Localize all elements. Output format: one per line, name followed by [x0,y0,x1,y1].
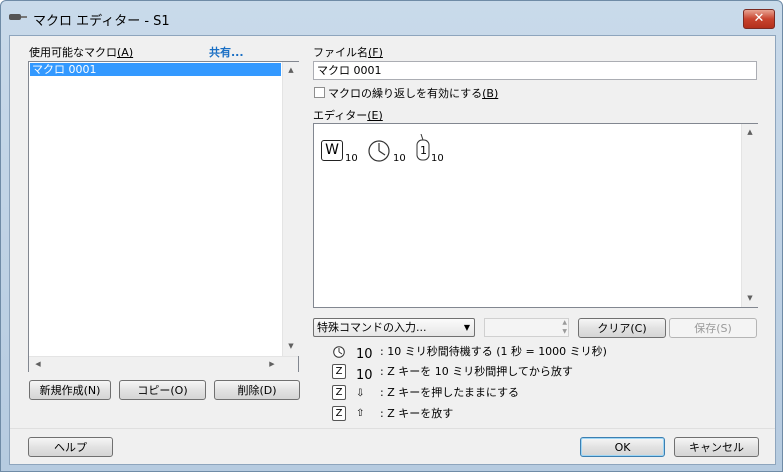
legend-count: 10 [356,347,373,362]
list-item[interactable]: マクロ 0001 [30,63,281,76]
file-name-input[interactable]: マクロ 0001 [313,61,757,80]
macro-editor-area[interactable]: W 10 10 1 10 ▲ ▼ [313,123,758,308]
key-up-arrow-icon: ⇧ [356,408,365,419]
dialog-body: 使用可能なマクロ(A) 共有... マクロ 0001 ▲ ▼ ◀ ▶ 新規作成(… [9,35,776,465]
help-button[interactable]: ヘルプ [28,437,113,457]
macro-list[interactable]: マクロ 0001 ▲ ▼ ◀ ▶ [28,61,299,372]
copy-macro-button[interactable]: コピー(O) [119,380,206,400]
close-button[interactable]: ✕ [743,9,775,29]
legend-text: : Z キーを放す [380,407,454,420]
token-value: 10 [345,153,358,164]
stepper-up-icon[interactable]: ▲ [562,319,567,327]
ok-button[interactable]: OK [580,437,665,457]
stepper-down-icon[interactable]: ▼ [562,328,567,336]
cancel-button[interactable]: キャンセル [674,437,759,457]
save-button[interactable]: 保存(S) [669,318,757,338]
delete-macro-button[interactable]: 削除(D) [214,380,300,400]
file-name-label: ファイル名(F) [313,46,383,59]
scroll-down-icon[interactable]: ▼ [284,342,298,350]
vertical-scrollbar[interactable]: ▲ ▼ [282,62,299,356]
share-link[interactable]: 共有... [209,44,244,60]
clear-button[interactable]: クリア(C) [578,318,666,338]
clock-icon[interactable] [368,140,390,162]
scroll-up-icon[interactable]: ▲ [284,66,298,74]
special-command-select[interactable]: 特殊コマンドの入力... ▼ [313,318,475,337]
scroll-left-icon[interactable]: ◀ [31,360,45,368]
chevron-down-icon: ▼ [463,323,470,332]
mouse-button-number: 1 [420,144,427,157]
new-macro-button[interactable]: 新規作成(N) [29,380,111,400]
footer-divider [10,428,775,429]
title-bar: マクロ エディター - S1 ✕ [1,1,782,35]
legend-text: : 10 ミリ秒間待機する (1 秒 = 1000 ミリ秒) [380,345,607,358]
legend-text: : Z キーを 10 ミリ秒間押してから放す [380,365,573,378]
legend-text: : Z キーを押したままにする [380,386,520,399]
horizontal-scrollbar[interactable]: ◀ ▶ [29,356,298,372]
repeat-checkbox[interactable] [314,87,325,98]
available-macros-label: 使用可能なマクロ(A) [29,46,134,59]
key-w-icon[interactable]: W [321,140,343,161]
macro-editor-window: マクロ エディター - S1 ✕ 使用可能なマクロ(A) 共有... マクロ 0… [0,0,783,472]
legend-count: 10 [356,368,373,383]
mouse-app-icon [9,14,27,20]
token-value: 10 [393,153,406,164]
token-value: 10 [431,153,444,164]
scroll-down-icon[interactable]: ▼ [743,294,757,302]
clock-icon [333,346,345,358]
key-z-icon: Z [332,406,346,421]
editor-scrollbar[interactable]: ▲ ▼ [741,124,758,307]
window-title: マクロ エディター - S1 [33,14,170,29]
key-z-icon: Z [332,385,346,400]
duration-stepper[interactable]: ▲ ▼ [484,318,569,337]
key-z-icon: Z [332,364,346,379]
scroll-right-icon[interactable]: ▶ [265,360,279,368]
repeat-label[interactable]: マクロの繰り返しを有効にする(B) [328,85,498,101]
key-down-arrow-icon: ⇩ [356,388,365,399]
scroll-up-icon[interactable]: ▲ [743,128,757,136]
editor-label: エディター(E) [313,109,383,122]
